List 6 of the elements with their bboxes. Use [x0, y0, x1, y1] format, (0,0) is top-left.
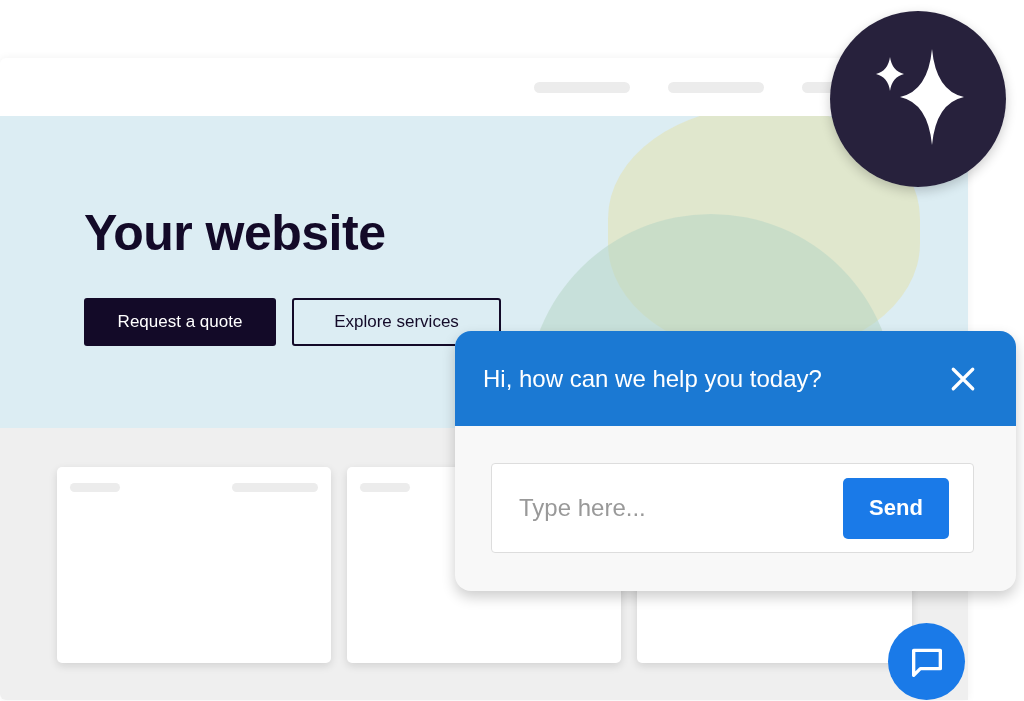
chat-title: Hi, how can we help you today?: [483, 364, 822, 393]
close-icon[interactable]: [950, 365, 976, 392]
hero-title: Your website: [84, 204, 387, 262]
send-button[interactable]: Send: [843, 477, 949, 539]
hero-button[interactable]: Request a quote: [84, 298, 276, 346]
message-field[interactable]: Type here... Send: [491, 463, 974, 553]
